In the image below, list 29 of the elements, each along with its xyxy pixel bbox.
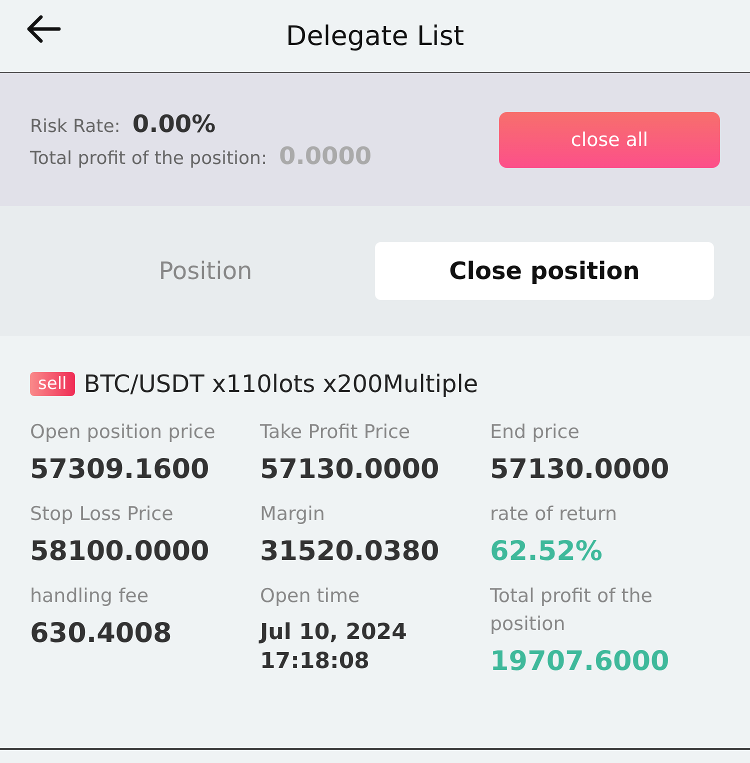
field-value: 31520.0380 [260, 536, 440, 568]
field-value: Jul 10, 2024 17:18:08 [260, 619, 408, 676]
total-profit-value: 0.0000 [279, 142, 372, 170]
tab[interactable]: Position [36, 242, 375, 300]
back-arrow-icon[interactable] [25, 14, 61, 44]
field-label: rate of return [490, 502, 618, 527]
side-badge: sell [30, 372, 75, 396]
field-value: 58100.0000 [30, 536, 210, 568]
order-title: BTC/USDT x110lots x200Multiple [84, 370, 478, 398]
field-label: Open position price [30, 420, 216, 445]
risk-rate-value: 0.00% [132, 110, 216, 138]
field-value: 630.4008 [30, 618, 173, 650]
field-label: Open time [260, 584, 361, 609]
close-all-button[interactable]: close all [499, 112, 720, 168]
field-value: 57130.0000 [490, 454, 670, 486]
page-title: Delegate List [286, 20, 464, 52]
field-value: 57309.1600 [30, 454, 210, 486]
field-value: 57130.0000 [260, 454, 440, 486]
field-value: 19707.6000 [490, 646, 670, 678]
field-label: End price [490, 420, 580, 445]
risk-rate-label: Risk Rate: [30, 116, 120, 136]
field-label: Margin [260, 502, 326, 527]
total-profit-label: Total profit of the position: [30, 148, 268, 168]
field-label: handling fee [30, 584, 150, 609]
field-label: Stop Loss Price [30, 502, 174, 527]
tab[interactable]: Close position [375, 242, 714, 300]
field-label: Take Profit Price [260, 420, 412, 445]
field-value: 62.52% [490, 536, 604, 568]
field-label: Total profit of the position [490, 584, 654, 637]
